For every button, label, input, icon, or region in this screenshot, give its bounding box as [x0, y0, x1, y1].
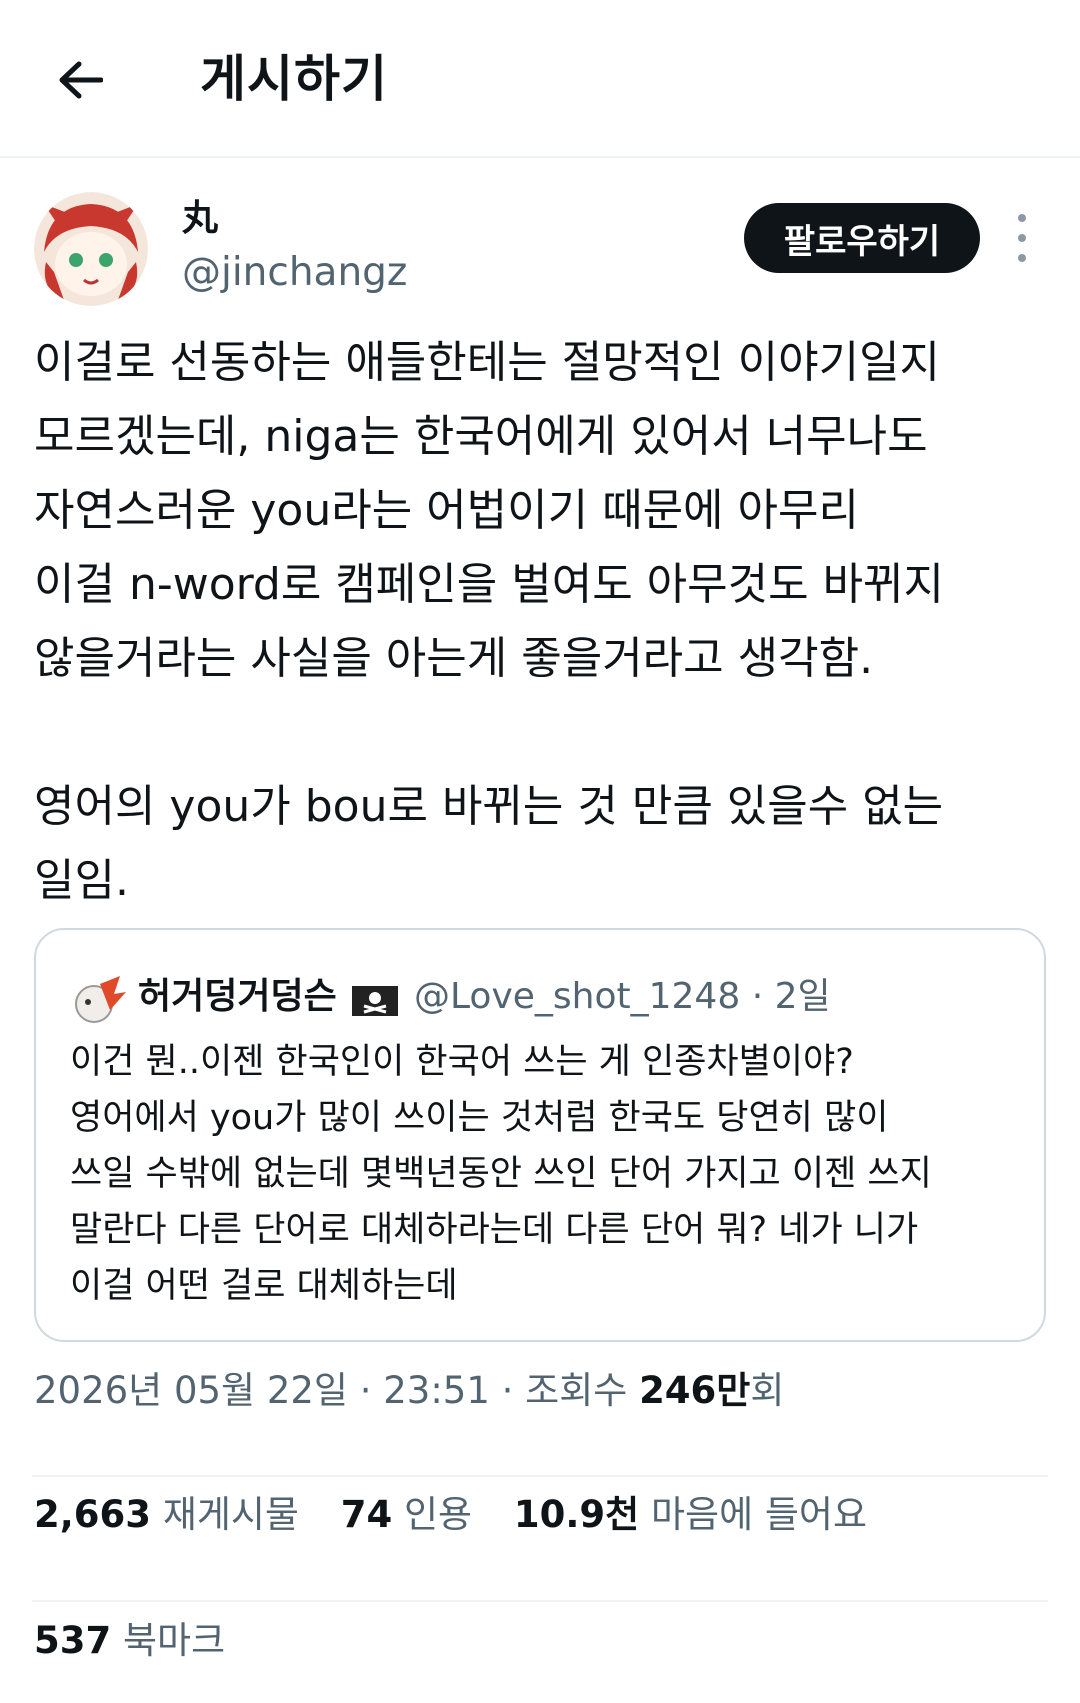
divider [32, 1475, 1048, 1477]
quote-time: · 2일 [751, 976, 831, 1017]
vertical-ellipsis-icon[interactable] [1004, 214, 1040, 262]
reposts-count: 2,663 [34, 1493, 152, 1536]
page-title: 게시하기 [200, 50, 388, 108]
engagement-stats: 2,663 재게시물 74 인용 10.9천 마음에 들어요 [34, 1490, 897, 1540]
tweet-text: 이걸로 선동하는 애들한테는 절망적인 이야기일지 모르겠는데, niga는 한… [34, 337, 945, 906]
pirate-flag-icon [352, 986, 398, 1016]
likes-count: 10.9천 [513, 1493, 640, 1536]
back-button[interactable] [50, 50, 110, 110]
quote-avatar [75, 976, 126, 1023]
view-count: 246만 [639, 1369, 751, 1412]
reposts-label: 재게시물 [162, 1493, 299, 1536]
dot [1018, 254, 1026, 262]
tweet-datetime[interactable]: 2026년 05월 22일 · 23:51 · 조회수 [34, 1369, 627, 1412]
quotes-stat[interactable]: 74 인용 [341, 1490, 472, 1540]
avatar[interactable] [34, 192, 148, 306]
quotes-label: 인용 [404, 1493, 473, 1536]
reposts-stat[interactable]: 2,663 재게시물 [34, 1490, 299, 1540]
tweet-meta: 2026년 05월 22일 · 23:51 · 조회수 246만회 [34, 1366, 784, 1416]
quoted-tweet-card[interactable]: 허거덩거덩슨 @Love_shot_1248 · 2일 이건 뭔..이젠 한국인… [34, 928, 1046, 1342]
dot [1018, 214, 1026, 222]
quote-author-handle: @Love_shot_1248 [414, 976, 741, 1017]
follow-button[interactable]: 팔로우하기 [744, 203, 980, 273]
bookmarks-stat[interactable]: 537 북마크 [34, 1616, 225, 1666]
quote-handle-line: @Love_shot_1248 · 2일 [414, 972, 831, 1022]
bookmarks-label: 북마크 [123, 1619, 226, 1662]
view-count-suffix: 회 [750, 1369, 785, 1412]
author-handle[interactable]: @jinchangz [182, 248, 407, 298]
author-display-name[interactable]: 丸 [182, 196, 218, 242]
quotes-count: 74 [340, 1493, 393, 1536]
dot [1018, 234, 1026, 242]
likes-label: 마음에 들어요 [650, 1493, 867, 1536]
quote-text: 이건 뭔..이젠 한국인이 한국어 쓰는 게 인종차별이야? 영어에서 you가… [70, 1042, 932, 1306]
arrow-left-icon [59, 61, 103, 99]
bookmarks-count: 537 [34, 1619, 112, 1662]
top-bar: 게시하기 [0, 0, 1080, 158]
likes-stat[interactable]: 10.9천 마음에 들어요 [514, 1490, 867, 1540]
divider [32, 1600, 1048, 1602]
anime-avatar-image [34, 192, 148, 306]
quote-author-name: 허거덩거덩슨 [138, 976, 337, 1017]
